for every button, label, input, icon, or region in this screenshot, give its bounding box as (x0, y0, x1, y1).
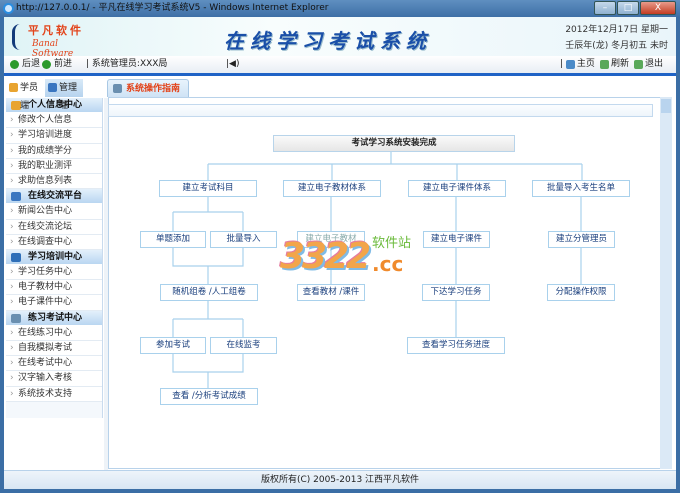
tab-row: 学员端 管理端 系统操作指南 (4, 77, 676, 111)
flow-box[interactable]: 在线监考 (210, 337, 277, 354)
tab-student[interactable]: 学员端 (6, 79, 44, 111)
flow-box[interactable]: 建立电子教材体系 (283, 180, 381, 197)
flow-box[interactable]: 查看教材 /课件 (297, 284, 365, 301)
flow-box[interactable]: 随机组卷 /人工组卷 (160, 284, 258, 301)
flow-box[interactable]: 下达学习任务 (422, 284, 490, 301)
sitemap-icon (113, 84, 122, 93)
admin-icon (48, 83, 57, 92)
flow-box[interactable]: 建立考试科目 (159, 180, 257, 197)
flow-box[interactable]: 建立分管理员 (548, 231, 615, 248)
flow-box[interactable]: 参加考试 (140, 337, 206, 354)
flow-box[interactable]: 单题添加 (140, 231, 206, 248)
flow-box[interactable]: 建立电子教材 (297, 231, 365, 248)
flow-box[interactable]: 查看 /分析考试成绩 (160, 388, 258, 405)
flow-root: 考试学习系统安装完成 (273, 135, 515, 152)
flow-box[interactable]: 建立电子课件体系 (408, 180, 506, 197)
flow-box[interactable]: 批量导入 (210, 231, 277, 248)
flow-box[interactable]: 批量导入考生名单 (532, 180, 630, 197)
student-icon (9, 83, 18, 92)
flow-box[interactable]: 建立电子课件 (423, 231, 490, 248)
tab-admin[interactable]: 管理端 (45, 79, 83, 111)
flow-box[interactable]: 查看学习任务进度 (407, 337, 505, 354)
flow-box[interactable]: 分配操作权限 (547, 284, 615, 301)
tab-operation-guide[interactable]: 系统操作指南 (107, 79, 189, 97)
